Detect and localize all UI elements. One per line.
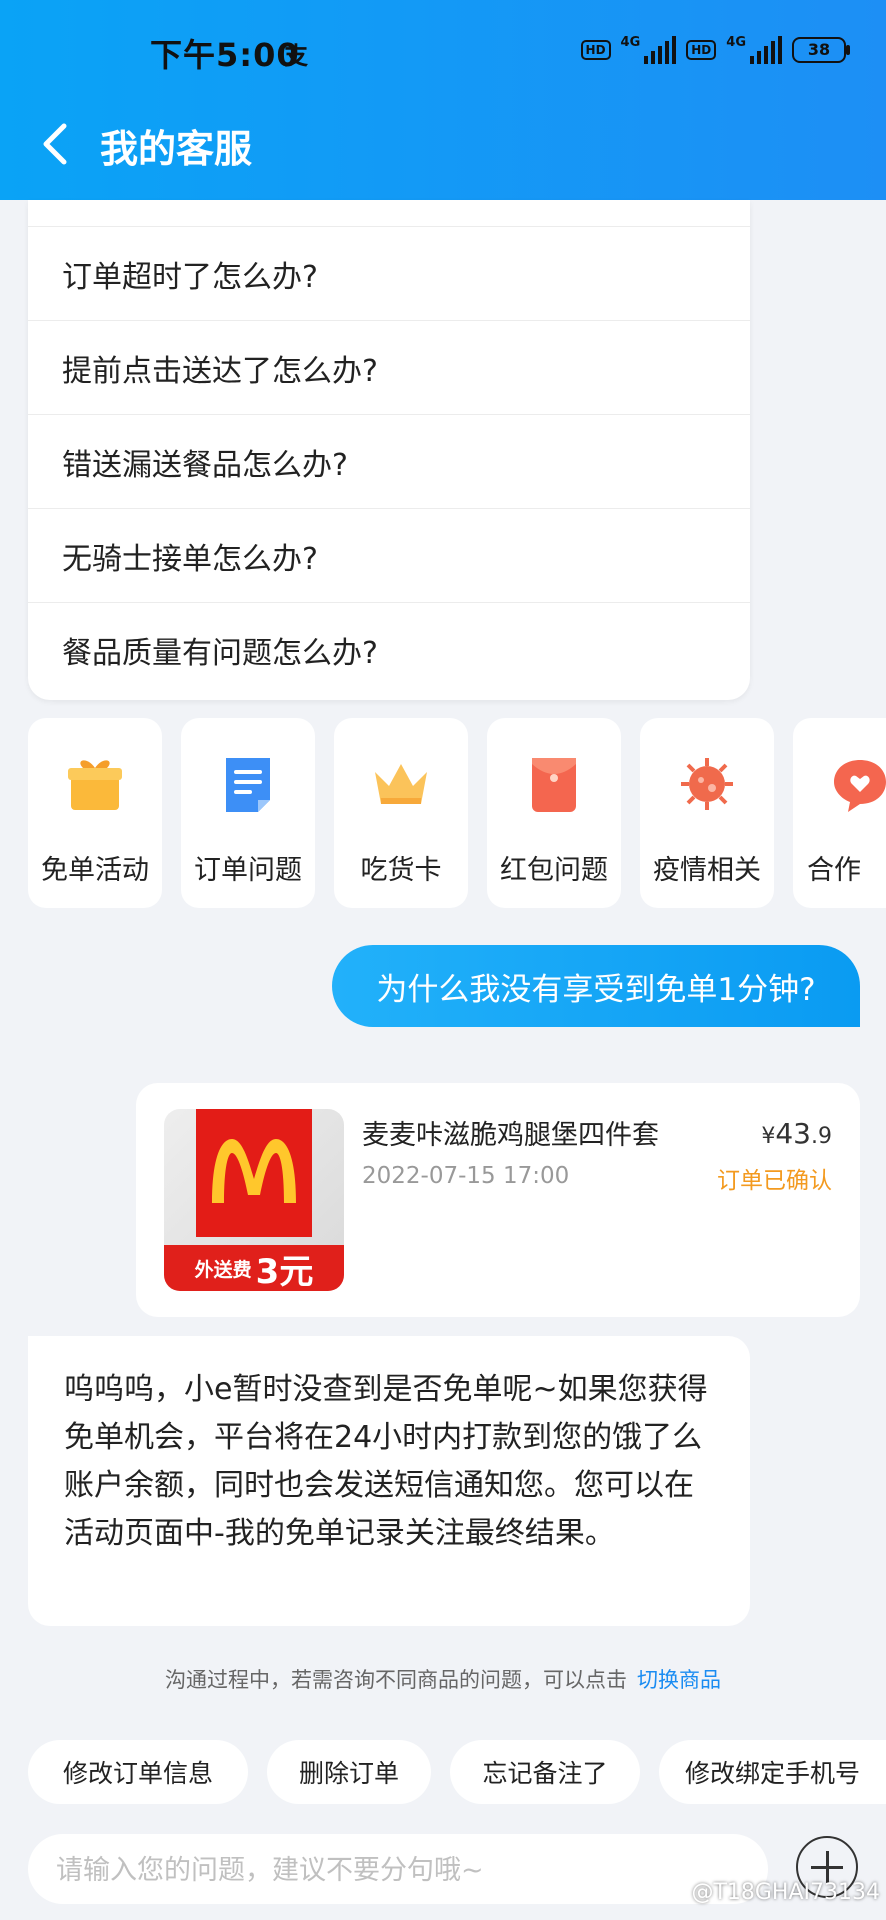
order-date: 2022-07-15 17:00 [362,1163,570,1189]
category-order-issue[interactable]: 订单问题 [181,718,315,908]
status-indicators: HD 4G HD 4G 38 [580,35,850,64]
chevron-left-icon[interactable] [36,114,76,174]
faq-item[interactable]: 提前点击送达了怎么办? [28,321,750,415]
message-input-bar [28,1834,768,1904]
category-label: 订单问题 [194,855,302,886]
faq-card: 订单超时了怎么办? 提前点击送达了怎么办? 错送漏送餐品怎么办? 无骑士接单怎么… [28,200,750,700]
faq-item[interactable]: 订单超时了怎么办? [28,227,750,321]
chip-change-phone[interactable]: 修改绑定手机号 [659,1740,886,1804]
category-foodie-card[interactable]: 吃货卡 [334,718,468,908]
network-type: 4G [726,35,746,50]
nav-bar: 我的客服 [0,98,886,200]
faq-item[interactable]: 餐品质量有问题怎么办? [28,603,750,696]
order-price: ¥43.9 [761,1117,832,1150]
status-bar: 下午5:00 支 HD 4G HD 4G 38 [0,0,886,98]
category-cooperation[interactable]: 合作 [793,718,886,908]
order-status: 订单已确认 [717,1168,832,1194]
chat-heart-icon [834,760,886,812]
network-type: 4G [620,35,641,50]
document-icon [226,758,270,812]
signal-icon [644,36,677,64]
faq-item[interactable]: 无骑士接单怎么办? [28,509,750,603]
category-label: 吃货卡 [360,855,442,886]
category-epidemic[interactable]: 疫情相关 [640,718,774,908]
header-bar: 下午5:00 支 HD 4G HD 4G 38 我的客服 [0,0,886,200]
watermark: @T18GHAI73134 [691,1880,880,1905]
page-title: 我的客服 [100,127,253,171]
order-product-name: 麦麦咔滋脆鸡腿堡四件套 [362,1120,659,1151]
category-label: 免单活动 [41,855,149,886]
category-label: 合作 [807,855,861,886]
bot-message-bubble: 呜呜呜，小e暂时没查到是否免单呢~如果您获得免单机会，平台将在24小时内打款到您… [28,1336,750,1626]
chip-modify-order[interactable]: 修改订单信息 [28,1740,248,1804]
status-time: 下午5:00 [150,36,300,74]
switch-product-link[interactable]: 切换商品 [637,1668,721,1692]
message-input[interactable] [54,1844,738,1896]
category-label: 疫情相关 [653,855,761,886]
hd-badge: HD [686,40,717,60]
category-free-order[interactable]: 免单活动 [28,718,162,908]
gift-icon [68,760,122,810]
signal-icon [750,36,782,64]
chip-delete-order[interactable]: 删除订单 [267,1740,431,1804]
hd-badge: HD [580,40,611,60]
virus-icon [681,758,733,810]
category-red-packet[interactable]: 红包问题 [487,718,621,908]
chip-forgot-note[interactable]: 忘记备注了 [450,1740,640,1804]
order-card[interactable]: 外送费 3元 麦麦咔滋脆鸡腿堡四件套 2022-07-15 17:00 ¥43.9… [136,1083,860,1317]
category-row: 免单活动 订单问题 吃货卡 红包问题 疫情相关 合作 [28,718,886,908]
user-message-bubble: 为什么我没有享受到免单1分钟? [332,945,860,1027]
order-thumbnail: 外送费 3元 [164,1109,344,1291]
delivery-fee-badge: 外送费 3元 [164,1245,344,1291]
crown-icon [375,764,427,804]
category-label: 红包问题 [500,855,608,886]
red-envelope-icon [532,758,576,812]
battery-icon: 38 [792,37,850,63]
alipay-icon: 支 [284,42,308,70]
bot-message-text: 呜呜呜，小e暂时没查到是否免单呢~如果您获得免单机会，平台将在24小时内打款到您… [64,1372,708,1551]
mcdonalds-logo-icon [212,1139,296,1203]
switch-product-hint: 沟通过程中，若需咨询不同商品的问题，可以点击 切换商品 [165,1668,721,1692]
faq-item[interactable]: 错送漏送餐品怎么办? [28,415,750,509]
